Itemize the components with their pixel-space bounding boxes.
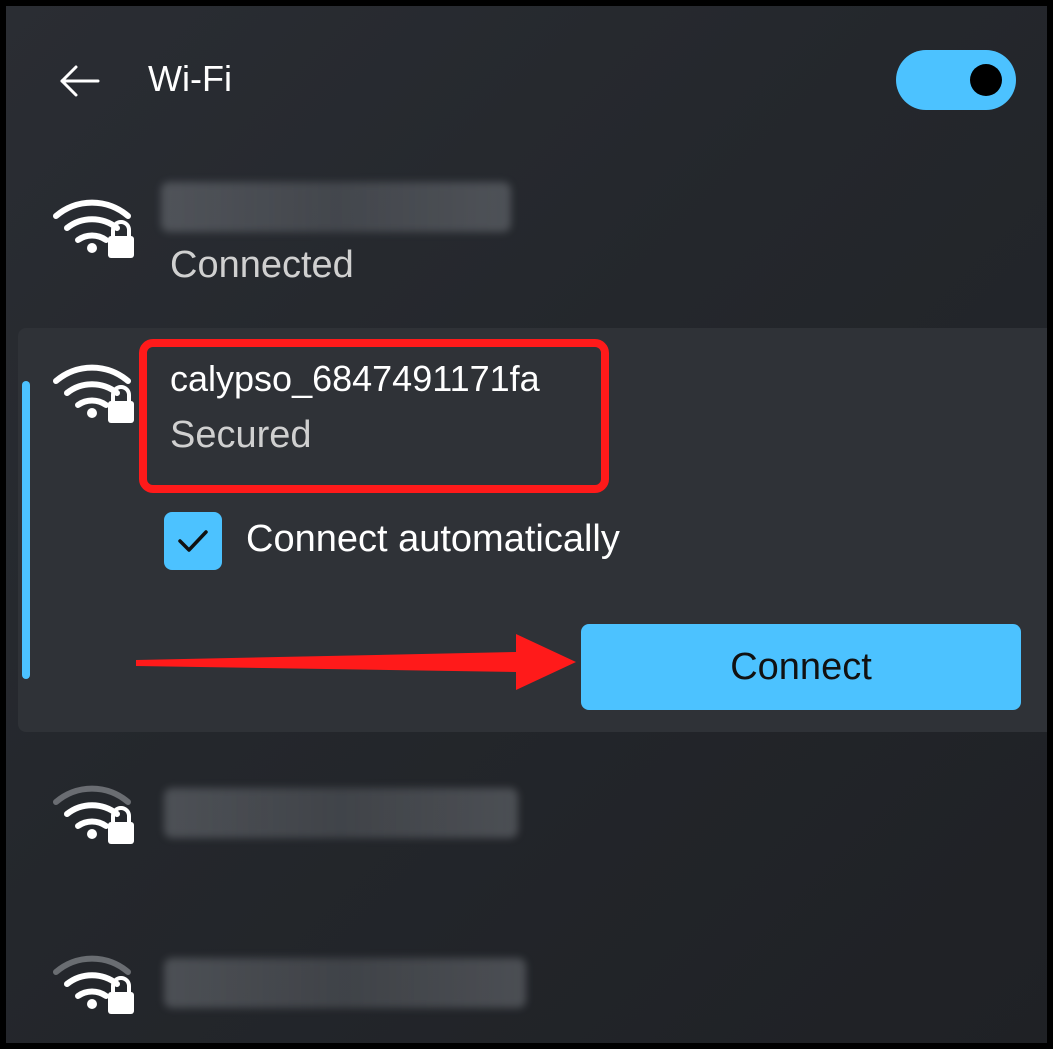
page-title: Wi-Fi [148,58,232,99]
connect-automatically-label: Connect automatically [246,518,620,560]
highlight-annotation [139,339,609,493]
wifi-toggle[interactable] [896,50,1016,110]
network-item[interactable] [6,766,1047,866]
network-name-redacted [161,182,511,232]
wifi-secured-weak-icon [53,785,134,844]
wifi-panel: Wi-Fi Connected calypso_6847491171fa Sec… [0,0,1053,1049]
wifi-secured-icon [53,199,134,258]
network-item-connected[interactable]: Connected [6,176,1047,306]
connect-automatically-checkbox[interactable] [164,512,222,570]
wifi-secured-icon [53,364,134,423]
arrow-annotation [136,634,576,690]
panel-header: Wi-Fi [6,6,1047,146]
wifi-secured-weak-icon [53,955,134,1014]
checkmark-icon [178,530,208,552]
selection-indicator [22,381,30,679]
connect-button[interactable]: Connect [581,624,1021,710]
network-name-redacted [164,958,526,1008]
network-name-redacted [164,788,518,838]
back-arrow-icon[interactable] [56,58,102,104]
network-status: Connected [170,244,354,286]
toggle-knob [970,64,1002,96]
network-item[interactable] [6,936,1047,1036]
